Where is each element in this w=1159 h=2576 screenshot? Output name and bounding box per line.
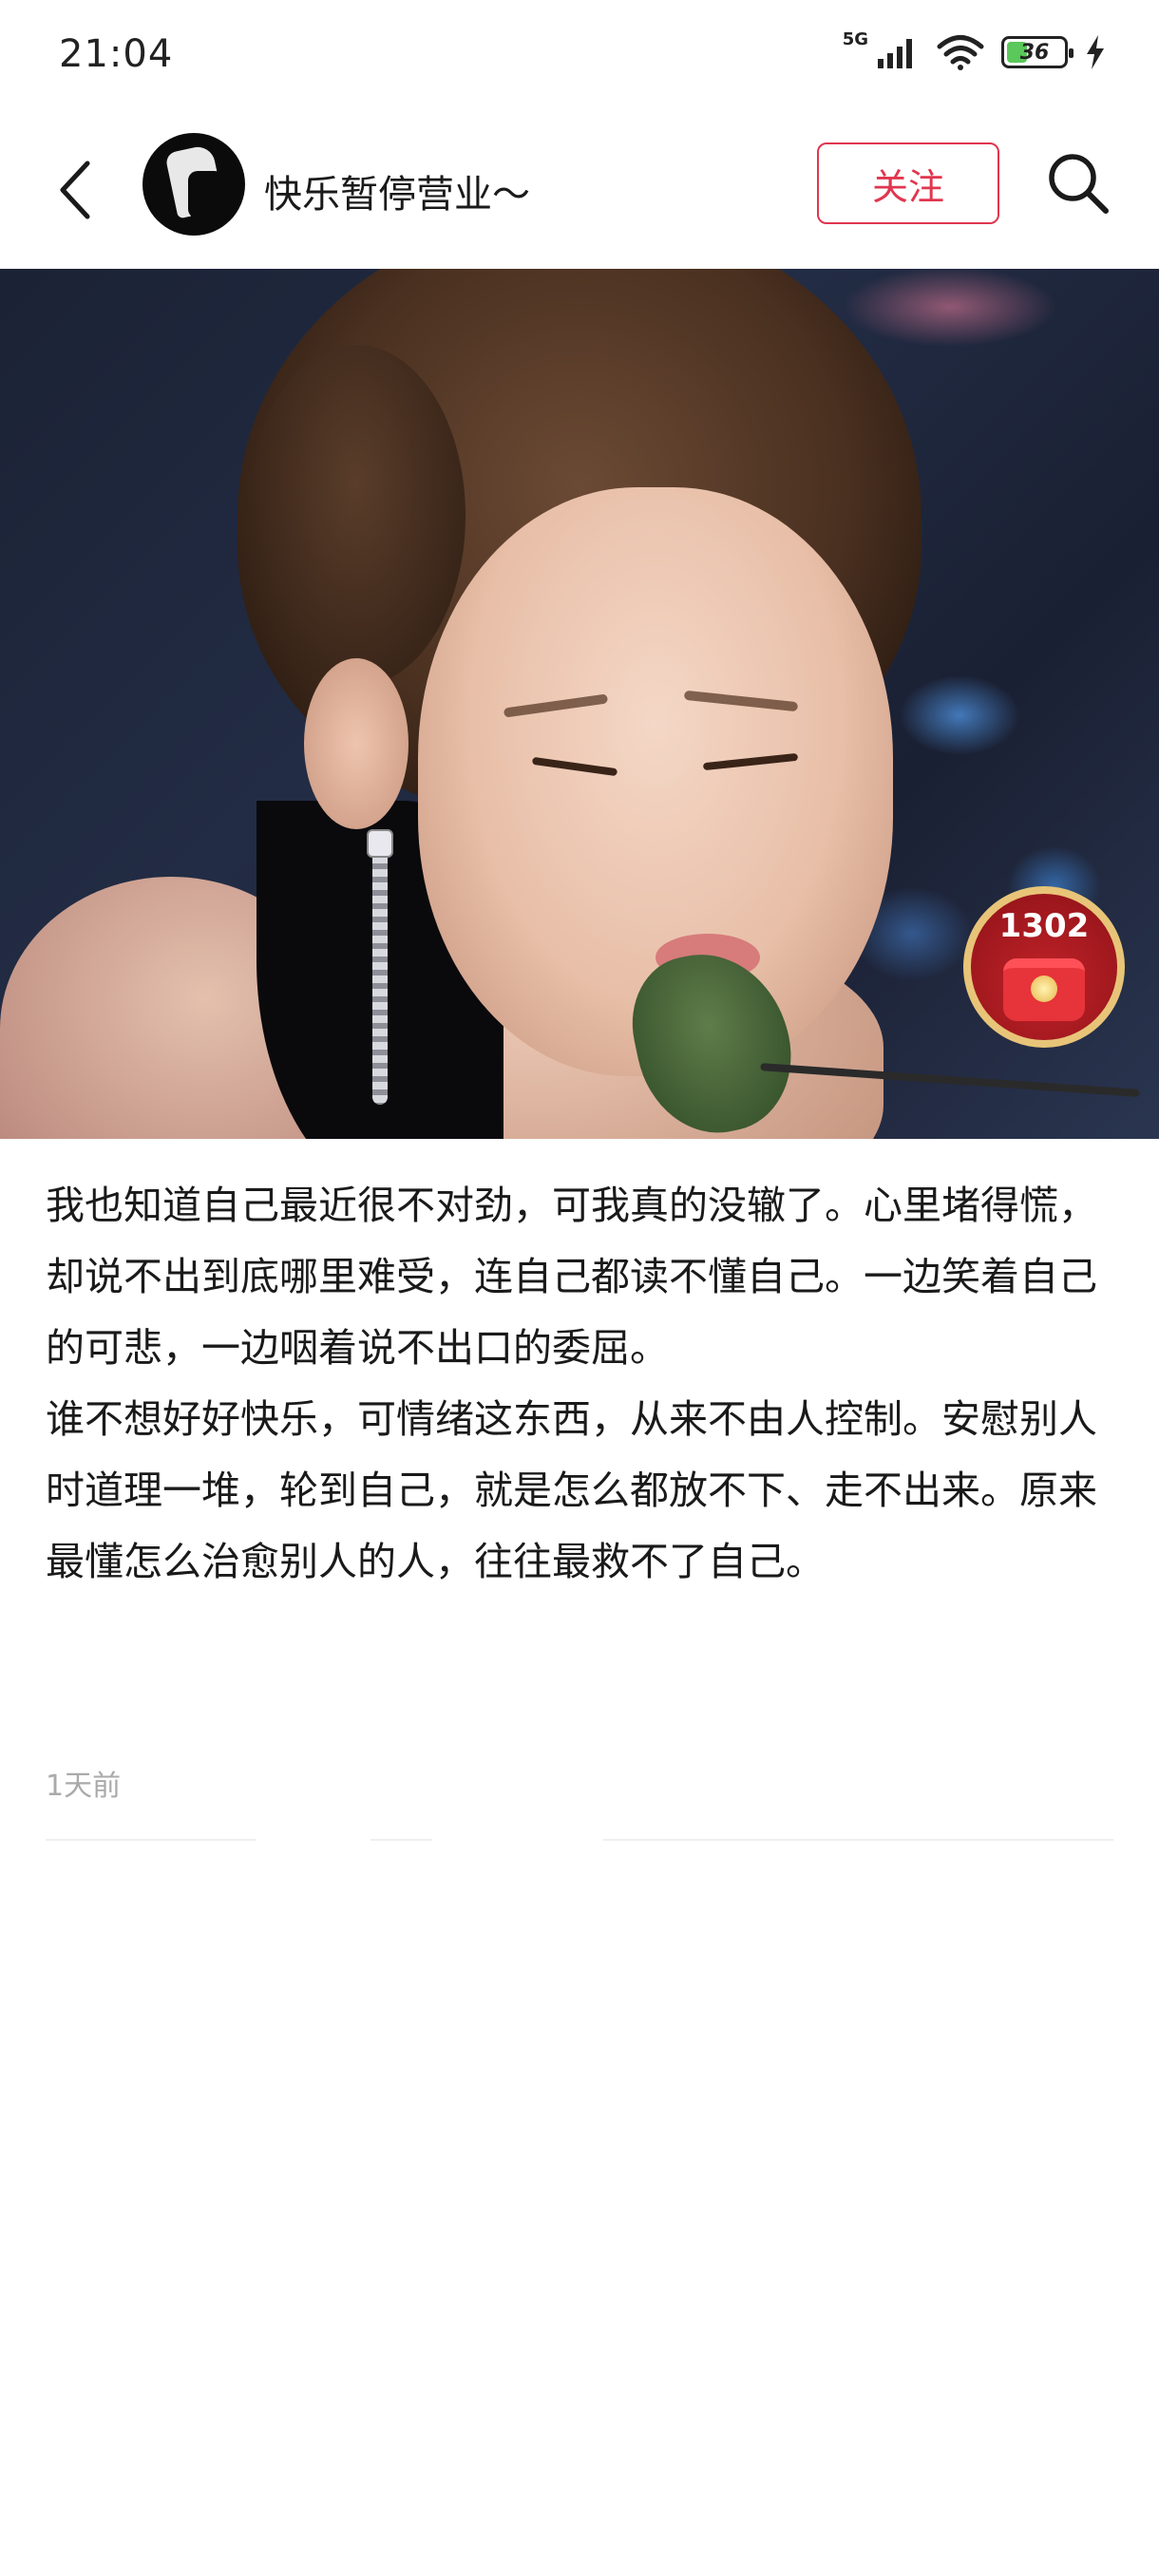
gift-reward-button[interactable]: 1302 xyxy=(963,886,1125,1048)
follow-button[interactable]: 关注 xyxy=(817,142,999,224)
image-hair-bun xyxy=(247,345,466,687)
back-arrow-icon xyxy=(60,161,90,219)
back-button[interactable] xyxy=(48,152,104,228)
wifi-icon xyxy=(937,35,984,70)
divider-gap xyxy=(256,1835,370,1845)
status-icons: 5G 36 xyxy=(843,29,1106,70)
post-timestamp: 1天前 xyxy=(46,1770,122,1803)
post-image[interactable]: 1302 xyxy=(0,269,1159,1139)
post-paragraph: 谁不想好好快乐，可情绪这东西，从来不由人控制。安慰别人时道理一堆，轮到自己，就是… xyxy=(46,1396,1097,1584)
battery-indicator: 36 xyxy=(1001,36,1074,68)
battery-percent: 36 xyxy=(1019,40,1050,65)
avatar[interactable] xyxy=(142,133,245,236)
search-icon xyxy=(1049,154,1109,214)
avatar-shadow xyxy=(188,171,224,218)
image-earring-stud xyxy=(367,829,393,858)
cellular-signal-icon xyxy=(878,39,912,68)
status-time: 21:04 xyxy=(59,32,174,76)
network-type-label: 5G xyxy=(842,28,868,49)
gift-count: 1302 xyxy=(998,907,1090,945)
image-earring xyxy=(372,829,388,1105)
status-bar: 21:04 5G 36 xyxy=(0,0,1159,114)
username[interactable]: 快乐暂停营业～ xyxy=(264,163,530,218)
profile-header: 快乐暂停营业～ 关注 xyxy=(0,114,1159,266)
post-paragraph: 我也知道自己最近很不对劲，可我真的没辙了。心里堵得慌，却说不出到底哪里难受，连自… xyxy=(46,1183,1097,1371)
image-ear xyxy=(304,658,408,829)
post-body: 我也知道自己最近很不对劲，可我真的没辙了。心里堵得慌，却说不出到底哪里难受，连自… xyxy=(46,1170,1119,1598)
battery-cap xyxy=(1069,48,1074,58)
search-button[interactable] xyxy=(1045,150,1112,217)
gift-knob xyxy=(1031,975,1057,1002)
charging-bolt-icon xyxy=(1087,35,1104,69)
divider-gap xyxy=(432,1835,603,1845)
